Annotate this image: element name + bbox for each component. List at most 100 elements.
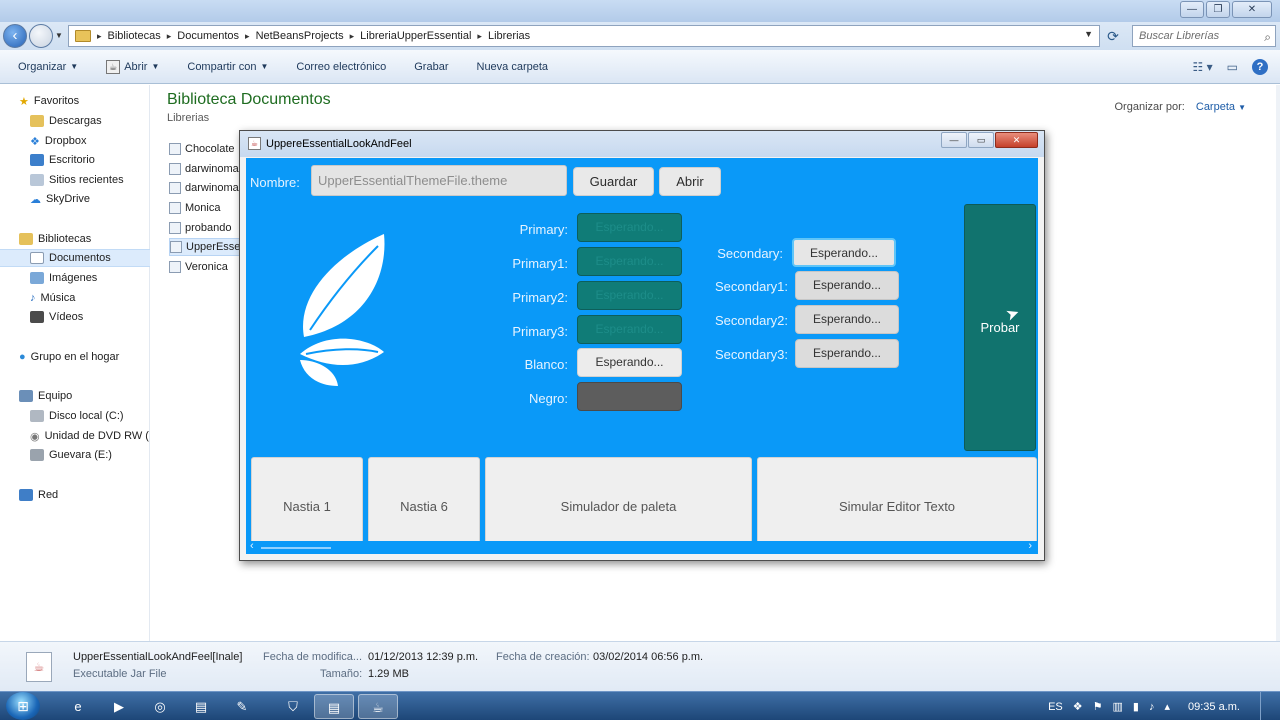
- open-button[interactable]: ☕ Abrir ▼: [106, 59, 159, 74]
- secondary2-color-button[interactable]: Esperando...: [795, 305, 899, 334]
- breadcrumb-item[interactable]: LibreriaUpperEssential: [360, 30, 471, 42]
- primary2-color-button[interactable]: Esperando...: [577, 281, 682, 310]
- chevron-right-icon[interactable]: ›: [1028, 540, 1032, 552]
- network-tray-icon[interactable]: ▥: [1113, 700, 1123, 713]
- breadcrumb-item[interactable]: Librerias: [488, 30, 530, 42]
- secondary3-color-button[interactable]: Esperando...: [795, 339, 899, 368]
- chevron-right-icon[interactable]: ▸: [97, 31, 102, 42]
- flag-icon[interactable]: ⚑: [1093, 700, 1103, 713]
- volume-icon[interactable]: ♪: [1149, 701, 1155, 713]
- address-bar[interactable]: ▸ Bibliotecas ▸ Documentos ▸ NetBeansPro…: [68, 25, 1100, 47]
- arrange-dropdown[interactable]: Carpeta ▼: [1196, 101, 1246, 113]
- nav-videos[interactable]: Vídeos: [0, 308, 150, 326]
- secondary-color-button[interactable]: Esperando...: [792, 238, 896, 267]
- signal-icon[interactable]: ▮: [1133, 700, 1139, 713]
- chevron-right-icon[interactable]: ▸: [245, 31, 250, 42]
- close-icon[interactable]: ✕: [995, 132, 1038, 148]
- nav-local-disk[interactable]: Disco local (C:): [0, 407, 150, 425]
- chevron-down-icon[interactable]: ▼: [1084, 29, 1093, 39]
- chrome-icon[interactable]: ◎: [140, 694, 180, 719]
- preview-pane-icon[interactable]: ▭: [1227, 60, 1238, 74]
- tray-chevron-icon[interactable]: ▴: [1164, 700, 1170, 713]
- burn-button[interactable]: Grabar: [414, 61, 448, 73]
- maximize-icon[interactable]: ▭: [968, 132, 994, 148]
- primary-color-button[interactable]: Esperando...: [577, 213, 682, 242]
- explorer-taskbar-icon[interactable]: ▤: [181, 694, 221, 719]
- dialog-titlebar[interactable]: ☕ UppereEssentialLookAndFeel — ▭ ✕: [240, 131, 1044, 157]
- list-item[interactable]: darwinoma: [169, 179, 239, 197]
- tab-nastia-1[interactable]: Nastia 1: [251, 457, 363, 542]
- chevron-left-icon[interactable]: ‹: [250, 540, 254, 552]
- refresh-icon[interactable]: ⟳: [1102, 26, 1124, 46]
- nav-favorites[interactable]: ★ Favoritos: [0, 92, 150, 110]
- search-input[interactable]: Buscar Librerías ⌕: [1132, 25, 1276, 47]
- recent-pages-icon[interactable]: ▼: [55, 31, 63, 40]
- notes-app-icon[interactable]: ✎: [222, 694, 262, 719]
- test-button[interactable]: Probar: [964, 204, 1036, 451]
- nav-skydrive[interactable]: ☁ SkyDrive: [0, 190, 150, 208]
- media-player-icon[interactable]: ▶: [99, 694, 139, 719]
- nav-libraries[interactable]: Bibliotecas: [0, 230, 150, 248]
- minimize-icon[interactable]: —: [1180, 1, 1204, 18]
- nav-music[interactable]: ♪ Música: [0, 289, 150, 307]
- list-item[interactable]: Monica: [169, 199, 220, 217]
- tab-palette-simulator[interactable]: Simulador de paleta: [485, 457, 752, 542]
- active-java-window[interactable]: ☕: [358, 694, 398, 719]
- nav-dvd-drive[interactable]: ◉ Unidad de DVD RW (: [0, 427, 150, 445]
- breadcrumb-item[interactable]: NetBeansProjects: [256, 30, 344, 42]
- save-button[interactable]: Guardar: [573, 167, 654, 196]
- nav-recent[interactable]: Sitios recientes: [0, 171, 150, 189]
- list-item[interactable]: darwinoma: [169, 160, 239, 178]
- nav-pictures[interactable]: Imágenes: [0, 269, 150, 287]
- help-icon[interactable]: ?: [1252, 59, 1268, 75]
- theme-name-field[interactable]: UpperEssentialThemeFile.theme: [311, 165, 567, 196]
- nav-network[interactable]: Red: [0, 486, 150, 504]
- chevron-right-icon[interactable]: ▸: [350, 31, 355, 42]
- chevron-right-icon[interactable]: ▸: [167, 31, 172, 42]
- back-button[interactable]: ‹: [3, 24, 27, 48]
- organize-button[interactable]: Organizar ▼: [18, 61, 78, 73]
- vertical-scrollbar[interactable]: [1276, 85, 1280, 641]
- active-explorer-window[interactable]: ▤: [314, 694, 354, 719]
- primary1-color-button[interactable]: Esperando...: [577, 247, 682, 276]
- show-desktop-button[interactable]: [1260, 692, 1272, 720]
- close-icon[interactable]: ✕: [1232, 1, 1272, 18]
- tab-nastia-6[interactable]: Nastia 6: [368, 457, 480, 542]
- new-folder-button[interactable]: Nueva carpeta: [477, 61, 549, 73]
- nav-homegroup[interactable]: ● Grupo en el hogar: [0, 348, 150, 366]
- list-item-selected[interactable]: UpperEssen: [169, 238, 248, 256]
- view-options-icon[interactable]: ☷ ▾: [1193, 60, 1213, 74]
- primary3-color-button[interactable]: Esperando...: [577, 315, 682, 344]
- maximize-icon[interactable]: ❐: [1206, 1, 1230, 18]
- minimize-icon[interactable]: —: [941, 132, 967, 148]
- secondary1-color-button[interactable]: Esperando...: [795, 271, 899, 300]
- shield-app-icon[interactable]: ⛉: [273, 694, 313, 719]
- list-item[interactable]: Veronica: [169, 258, 228, 276]
- black-color-button[interactable]: [577, 382, 682, 411]
- start-button[interactable]: ⊞: [6, 692, 40, 720]
- tab-text-editor-simulator[interactable]: Simular Editor Texto: [757, 457, 1037, 542]
- list-item[interactable]: probando: [169, 219, 232, 237]
- nav-desktop[interactable]: Escritorio: [0, 151, 150, 169]
- breadcrumb-item[interactable]: Documentos: [177, 30, 239, 42]
- language-indicator[interactable]: ES: [1048, 701, 1063, 713]
- email-button[interactable]: Correo electrónico: [296, 61, 386, 73]
- nav-documents[interactable]: Documentos: [0, 249, 150, 267]
- list-item[interactable]: Chocolate: [169, 140, 235, 158]
- scrollbar-thumb[interactable]: [261, 547, 331, 549]
- search-icon[interactable]: ⌕: [1264, 27, 1271, 47]
- open-button[interactable]: Abrir: [659, 167, 721, 196]
- horizontal-scrollbar[interactable]: ‹ ›: [246, 540, 1038, 554]
- forward-button[interactable]: [29, 24, 53, 48]
- dropbox-tray-icon[interactable]: ❖: [1073, 700, 1083, 713]
- internet-explorer-icon[interactable]: e: [58, 694, 98, 719]
- chevron-right-icon[interactable]: ▸: [477, 31, 482, 42]
- breadcrumb-item[interactable]: Bibliotecas: [108, 30, 161, 42]
- nav-dropbox[interactable]: ❖ Dropbox: [0, 132, 150, 150]
- nav-computer[interactable]: Equipo: [0, 387, 150, 405]
- share-button[interactable]: Compartir con ▼: [187, 61, 268, 73]
- clock[interactable]: 09:35 a.m.: [1188, 701, 1240, 713]
- nav-downloads[interactable]: Descargas: [0, 112, 150, 130]
- white-color-button[interactable]: Esperando...: [577, 348, 682, 377]
- nav-removable-drive[interactable]: Guevara (E:): [0, 446, 150, 464]
